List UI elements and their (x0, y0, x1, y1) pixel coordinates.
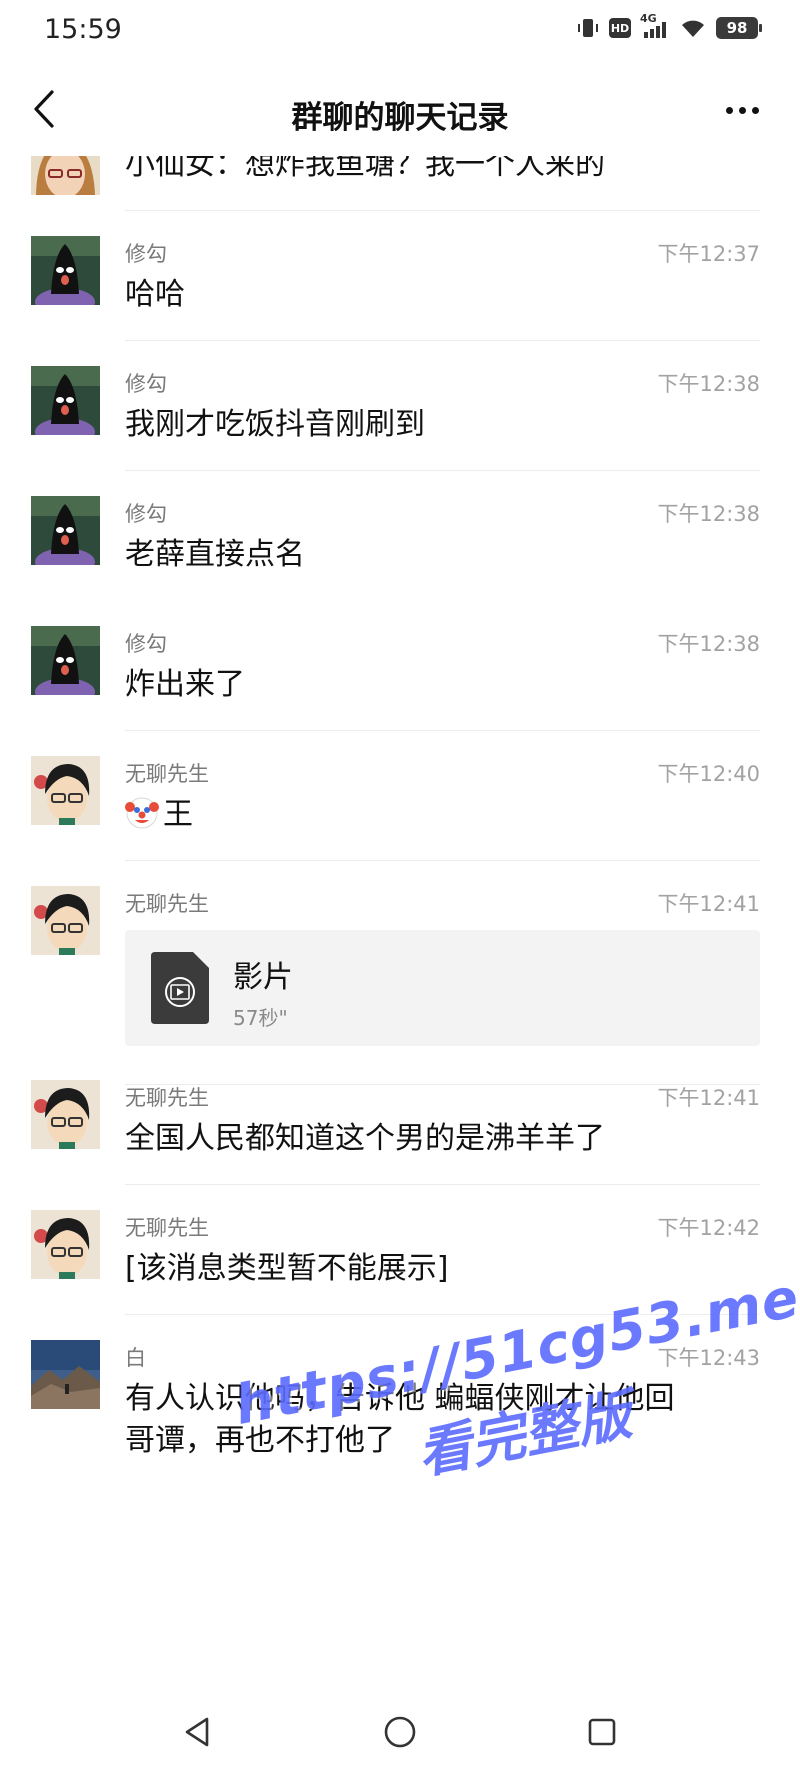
message-meta: 修勾 下午12:38 (125, 368, 760, 398)
video-file-icon (151, 952, 209, 1024)
mountain-photo-avatar-icon (31, 1340, 100, 1409)
more-dots-icon (723, 99, 762, 118)
message-time: 下午12:38 (657, 632, 760, 656)
divider (125, 210, 760, 211)
video-file-card[interactable]: 影片 57秒" (125, 930, 760, 1046)
message-meta: 无聊先生 下午12:40 (125, 758, 760, 788)
message-time: 下午12:43 (657, 1346, 760, 1370)
message-text: 炸出来了 (125, 667, 245, 702)
chat-history-screen: 15:59 HD 4G 98 群聊的聊天记录 小仙女：想炸我鱼塘？我一个人来的 … (0, 0, 800, 1784)
cartoon-man-avatar-icon (31, 886, 100, 955)
divider (125, 1184, 760, 1185)
status-time: 15:59 (44, 14, 122, 45)
home-circle-icon (384, 1716, 416, 1748)
sender-name[interactable]: 无聊先生 (125, 888, 209, 918)
message-time: 下午12:41 (657, 1086, 760, 1110)
message-text: 哈哈 (125, 277, 185, 312)
message-time: 下午12:38 (657, 372, 760, 396)
sender-name[interactable]: 修勾 (125, 368, 167, 398)
nav-recents-button[interactable] (574, 1704, 630, 1760)
avatar[interactable] (31, 1210, 100, 1279)
message-text: 全国人民都知道这个男的是沸羊羊了 (125, 1121, 605, 1156)
sender-name[interactable]: 无聊先生 (125, 758, 209, 788)
message-text: 老薛直接点名 (125, 537, 305, 572)
cartoon-man-avatar-icon (31, 756, 100, 825)
message-text-line: 哥谭，再也不打他了 (125, 1423, 395, 1458)
divider (125, 470, 760, 471)
message-meta: 修勾 下午12:38 (125, 498, 760, 528)
message-text-line: 有人认识他吗，告诉他 蝙蝠侠刚才让他回 (125, 1381, 675, 1416)
wifi-icon (679, 17, 707, 39)
message-time: 下午12:41 (657, 892, 760, 916)
avatar[interactable] (31, 366, 100, 435)
message-text: 小仙女：想炸我鱼塘？我一个人来的 (125, 156, 605, 182)
avatar[interactable] (31, 156, 100, 195)
message-meta: 无聊先生 下午12:42 (125, 1212, 760, 1242)
cartoon-man-avatar-icon (31, 1210, 100, 1279)
black-figure-avatar-icon (31, 626, 100, 695)
recents-square-icon (588, 1718, 616, 1746)
black-figure-avatar-icon (31, 366, 100, 435)
title-bar: 群聊的聊天记录 (0, 64, 800, 156)
status-icons: HD 4G 98 (576, 12, 762, 40)
message-meta: 无聊先生 下午12:41 (125, 888, 760, 918)
black-figure-avatar-icon (31, 236, 100, 305)
nav-home-button[interactable] (372, 1704, 428, 1760)
sender-name[interactable]: 修勾 (125, 498, 167, 528)
battery-icon: 98 (716, 17, 762, 39)
vibrate-icon (576, 16, 600, 40)
message-time: 下午12:40 (657, 762, 760, 786)
message-time: 下午12:38 (657, 502, 760, 526)
status-bar: 15:59 HD 4G 98 (0, 0, 800, 64)
black-figure-avatar-icon (31, 496, 100, 565)
navigation-bar (0, 1676, 800, 1784)
message-text: 王 (125, 794, 760, 836)
girl-avatar-icon (31, 156, 100, 195)
divider (125, 860, 760, 861)
sender-name[interactable]: 白 (125, 1342, 146, 1372)
avatar[interactable] (31, 1340, 100, 1409)
hd-icon: HD (609, 18, 631, 38)
message-text: [该消息类型暂不能展示] (125, 1251, 449, 1286)
message-meta: 白 下午12:43 (125, 1342, 760, 1372)
cartoon-man-avatar-icon (31, 1080, 100, 1149)
message-text: 有人认识他吗，告诉他 蝙蝠侠刚才让他回 哥谭，再也不打他了 (125, 1378, 760, 1462)
divider (125, 730, 760, 731)
message-meta: 修勾 下午12:37 (125, 238, 760, 268)
clown-face-emoji-icon (125, 797, 159, 829)
message-meta: 无聊先生 下午12:41 (125, 1082, 760, 1112)
avatar[interactable] (31, 756, 100, 825)
message-text: 我刚才吃饭抖音刚刷到 (125, 407, 425, 442)
avatar[interactable] (31, 626, 100, 695)
avatar[interactable] (31, 886, 100, 955)
avatar[interactable] (31, 496, 100, 565)
message-list[interactable]: 小仙女：想炸我鱼塘？我一个人来的 修勾 下午12:37 哈哈 修勾 下午12:3… (0, 156, 800, 1676)
sender-name[interactable]: 修勾 (125, 628, 167, 658)
more-options-button[interactable] (714, 86, 770, 130)
sender-name[interactable]: 修勾 (125, 238, 167, 268)
sender-name[interactable]: 无聊先生 (125, 1212, 209, 1242)
message-time: 下午12:37 (657, 242, 760, 266)
signal-icon: 4G (640, 12, 670, 40)
message-text-content: 王 (163, 797, 193, 832)
file-name: 影片 (233, 960, 293, 995)
sender-name[interactable]: 无聊先生 (125, 1082, 209, 1112)
nav-back-button[interactable] (170, 1704, 226, 1760)
page-title: 群聊的聊天记录 (291, 100, 509, 136)
avatar[interactable] (31, 236, 100, 305)
divider (125, 340, 760, 341)
message-time: 下午12:42 (657, 1216, 760, 1240)
file-duration: 57秒" (233, 1006, 288, 1030)
avatar[interactable] (31, 1080, 100, 1149)
network-type-label: 4G (640, 12, 657, 25)
divider (125, 1314, 760, 1315)
message-meta: 修勾 下午12:38 (125, 628, 760, 658)
back-triangle-icon (185, 1717, 209, 1747)
